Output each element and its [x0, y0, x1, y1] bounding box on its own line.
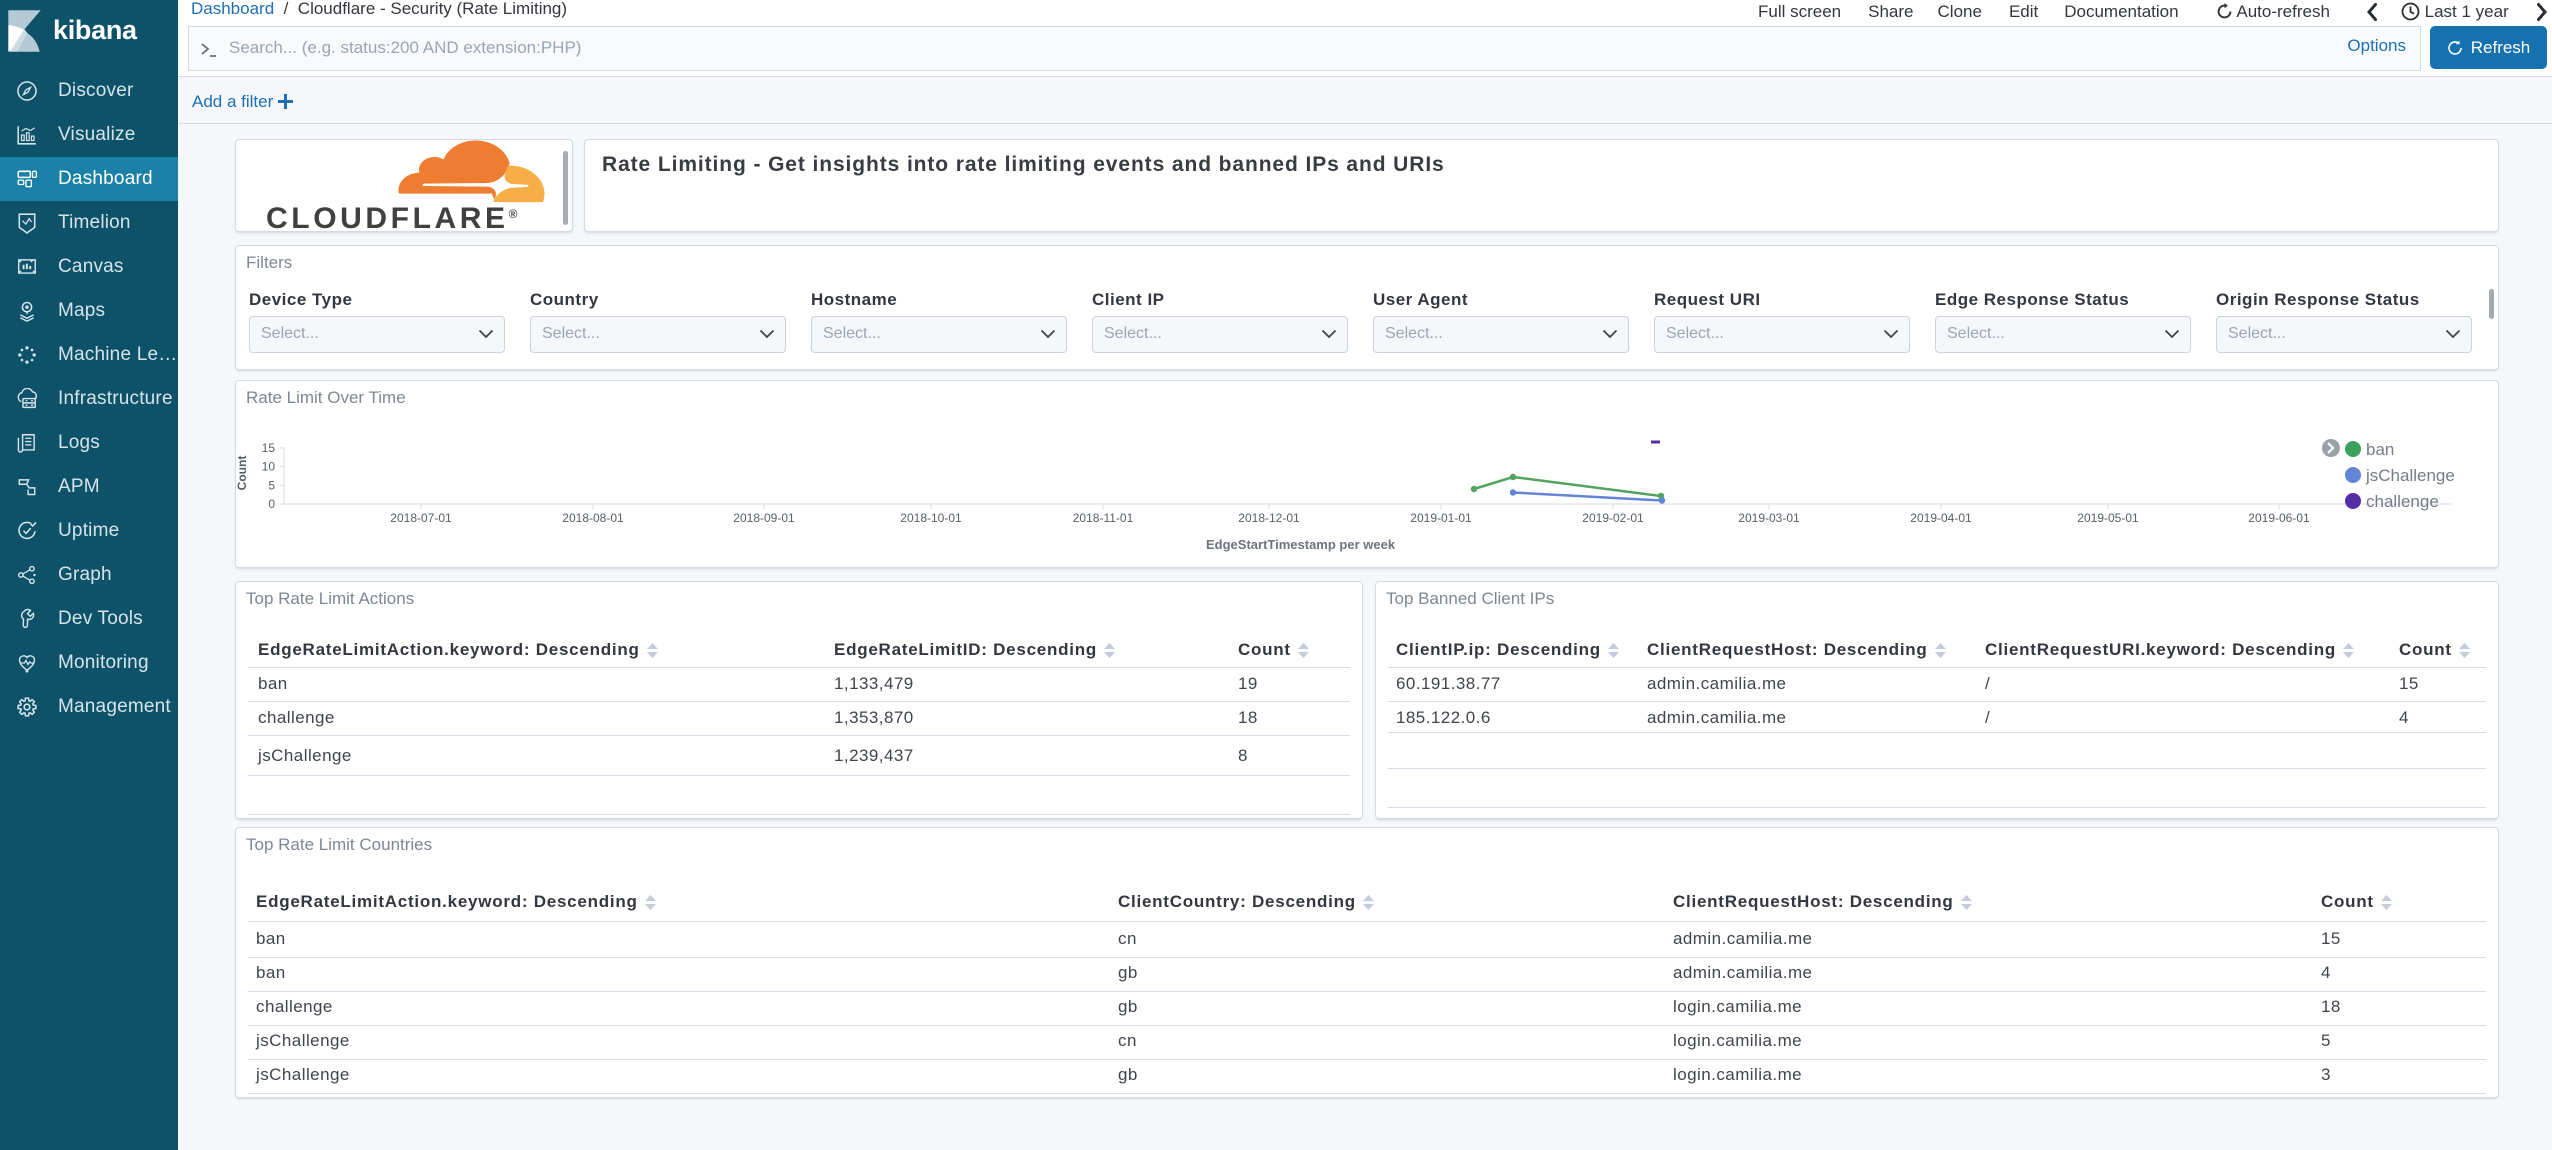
svg-text:2018-12-01: 2018-12-01 — [1238, 511, 1300, 525]
svg-text:ban: ban — [2366, 440, 2394, 459]
svg-text:0: 0 — [268, 497, 275, 511]
svg-text:10: 10 — [262, 460, 276, 474]
svg-text:2019-06-01: 2019-06-01 — [2248, 511, 2310, 525]
svg-text:15: 15 — [262, 441, 276, 455]
svg-text:challenge: challenge — [2366, 492, 2439, 511]
svg-text:2019-05-01: 2019-05-01 — [2077, 511, 2139, 525]
svg-text:2019-01-01: 2019-01-01 — [1410, 511, 1472, 525]
svg-text:2018-08-01: 2018-08-01 — [562, 511, 624, 525]
svg-text:2018-07-01: 2018-07-01 — [390, 511, 452, 525]
svg-text:2019-04-01: 2019-04-01 — [1910, 511, 1972, 525]
svg-text:jsChallenge: jsChallenge — [2365, 466, 2455, 485]
svg-text:2018-09-01: 2018-09-01 — [733, 511, 795, 525]
svg-text:2019-03-01: 2019-03-01 — [1738, 511, 1800, 525]
svg-text:2018-10-01: 2018-10-01 — [900, 511, 962, 525]
svg-text:2018-11-01: 2018-11-01 — [1073, 511, 1134, 525]
svg-text:Count: Count — [236, 456, 249, 491]
svg-text:5: 5 — [268, 478, 275, 492]
svg-text:2019-02-01: 2019-02-01 — [1582, 511, 1644, 525]
